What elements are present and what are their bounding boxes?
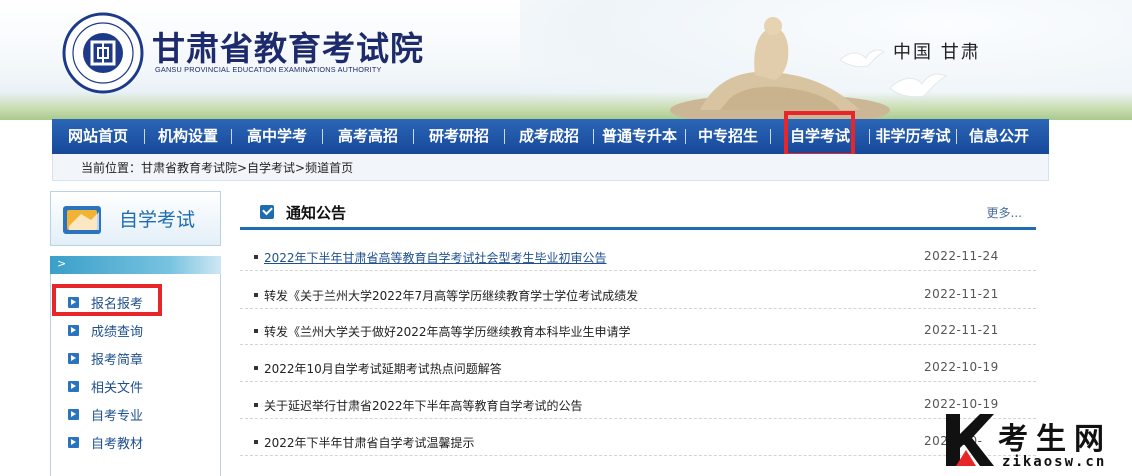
- nav-vocational-admission[interactable]: 中专招生: [686, 119, 770, 154]
- breadcrumb-text[interactable]: 当前位置：甘肃省教育考试院>自学考试>频道首页: [81, 159, 353, 176]
- sidebar-highlight-box: [52, 284, 162, 316]
- sidebar-item-documents[interactable]: 相关文件: [68, 376, 143, 396]
- sidebar-item-majors[interactable]: 自考专业: [68, 404, 143, 424]
- sidebar-tab: >: [50, 256, 221, 274]
- notice-row[interactable]: 转发《关于兰州大学2022年7月高等学历继续教育学士学位考试成绩发 2022-1…: [240, 281, 1036, 309]
- notice-row[interactable]: 转发《兰州大学关于做好2022年高等学历继续教育本科毕业生申请学 2022-11…: [240, 317, 1036, 345]
- breadcrumb: 当前位置：甘肃省教育考试院>自学考试>频道首页: [52, 154, 1049, 181]
- notice-header: 通知公告 更多...: [240, 193, 1036, 230]
- k-logo-icon: [946, 414, 994, 466]
- notice-title[interactable]: 关于延迟举行甘肃省2022年下半年高等教育自学考试的公告: [264, 397, 583, 414]
- site-title: 甘肃省教育考试院: [152, 29, 424, 68]
- notice-title[interactable]: 转发《关于兰州大学2022年7月高等学历继续教育学士学位考试成绩发: [264, 287, 638, 304]
- arrow-bullet-icon: [68, 436, 79, 448]
- sidebar-header: 自学考试: [50, 191, 221, 246]
- bullet-dot-icon: [254, 440, 258, 444]
- nav-high-school-exam[interactable]: 高中学考: [232, 119, 322, 154]
- notice-row[interactable]: 2022年下半年甘肃省自学考试温馨提示 2022-10-: [240, 428, 1036, 456]
- more-link[interactable]: 更多...: [987, 204, 1022, 221]
- notice-section-title: 通知公告: [286, 204, 347, 222]
- folder-icon: [63, 206, 101, 234]
- watermark-text: 考生网: [998, 422, 1112, 457]
- sidebar-tab-marker: >: [57, 257, 67, 270]
- site-header: 甘肃省教育考试院 GANSU PROVINCIAL EDUCATION EXAM…: [0, 0, 1132, 120]
- notice-title[interactable]: 转发《兰州大学关于做好2022年高等学历继续教育本科毕业生申请学: [264, 323, 631, 340]
- arrow-bullet-icon: [68, 324, 79, 336]
- grass-background: [0, 92, 1132, 120]
- nav-gaokao[interactable]: 高考高招: [323, 119, 413, 154]
- watermark-url: zikaosw.cn: [1002, 454, 1107, 470]
- main-nav: 网站首页 机构设置 高中学考 高考高招 研考研招 成考成招 普通专升本 中专招生…: [52, 111, 1049, 157]
- notice-date: 2022-10-19: [924, 360, 999, 374]
- nav-adult-exam[interactable]: 成考成招: [505, 119, 593, 154]
- notice-date: 2022-11-21: [924, 287, 999, 301]
- nav-home[interactable]: 网站首页: [52, 119, 144, 154]
- checkbox-icon: [260, 205, 274, 219]
- site-subtitle: GANSU PROVINCIAL EDUCATION EXAMINATIONS …: [155, 65, 382, 74]
- nav-upgrade-exam[interactable]: 普通专升本: [594, 119, 685, 154]
- sidebar-item-label: 成绩查询: [91, 324, 144, 340]
- nav-organization[interactable]: 机构设置: [145, 119, 231, 154]
- bullet-dot-icon: [254, 329, 258, 333]
- nav-public-info[interactable]: 信息公开: [957, 119, 1041, 154]
- arrow-bullet-icon: [68, 380, 79, 392]
- sidebar-item-score-query[interactable]: 成绩查询: [68, 320, 143, 340]
- notice-row[interactable]: 关于延迟举行甘肃省2022年下半年高等教育自学考试的公告 2022-10-19: [240, 391, 1036, 419]
- region-label: 中国 甘肃: [893, 42, 981, 63]
- sidebar-item-label: 相关文件: [91, 380, 144, 396]
- notice-date: 2022-10-19: [924, 397, 999, 411]
- nav-non-degree-exam[interactable]: 非学历考试: [870, 119, 956, 154]
- sidebar-title: 自学考试: [119, 209, 196, 231]
- arrow-bullet-icon: [68, 352, 79, 364]
- sidebar-item-label: 自考专业: [91, 408, 144, 424]
- nav-graduate-exam[interactable]: 研考研招: [414, 119, 504, 154]
- nav-highlight-box: [784, 111, 855, 157]
- notice-row[interactable]: 2022年10月自学考试延期考试热点问题解答 2022-10-19: [240, 354, 1036, 382]
- bullet-dot-icon: [254, 366, 258, 370]
- notice-date: 2022-11-21: [924, 323, 999, 337]
- arrow-bullet-icon: [68, 408, 79, 420]
- sidebar-item-brochure[interactable]: 报考简章: [68, 348, 143, 368]
- sidebar-item-label: 自考教材: [91, 436, 144, 452]
- sidebar-item-textbooks[interactable]: 自考教材: [68, 432, 143, 452]
- bullet-dot-icon: [254, 403, 258, 407]
- watermark-logo: 考生网 zikaosw.cn: [942, 410, 1132, 476]
- notice-row[interactable]: 2022年下半年甘肃省高等教育自学考试社会型考生毕业初审公告 2022-11-2…: [240, 243, 1036, 271]
- notice-date: 2022-11-24: [924, 249, 999, 263]
- notice-title[interactable]: 2022年10月自学考试延期考试热点问题解答: [264, 360, 502, 377]
- bullet-dot-icon: [254, 255, 258, 259]
- sidebar-item-label: 报考简章: [91, 352, 144, 368]
- bullet-dot-icon: [254, 293, 258, 297]
- notice-title[interactable]: 2022年下半年甘肃省高等教育自学考试社会型考生毕业初审公告: [264, 249, 607, 266]
- notice-title[interactable]: 2022年下半年甘肃省自学考试温馨提示: [264, 434, 475, 451]
- emblem-logo-icon: [62, 12, 144, 94]
